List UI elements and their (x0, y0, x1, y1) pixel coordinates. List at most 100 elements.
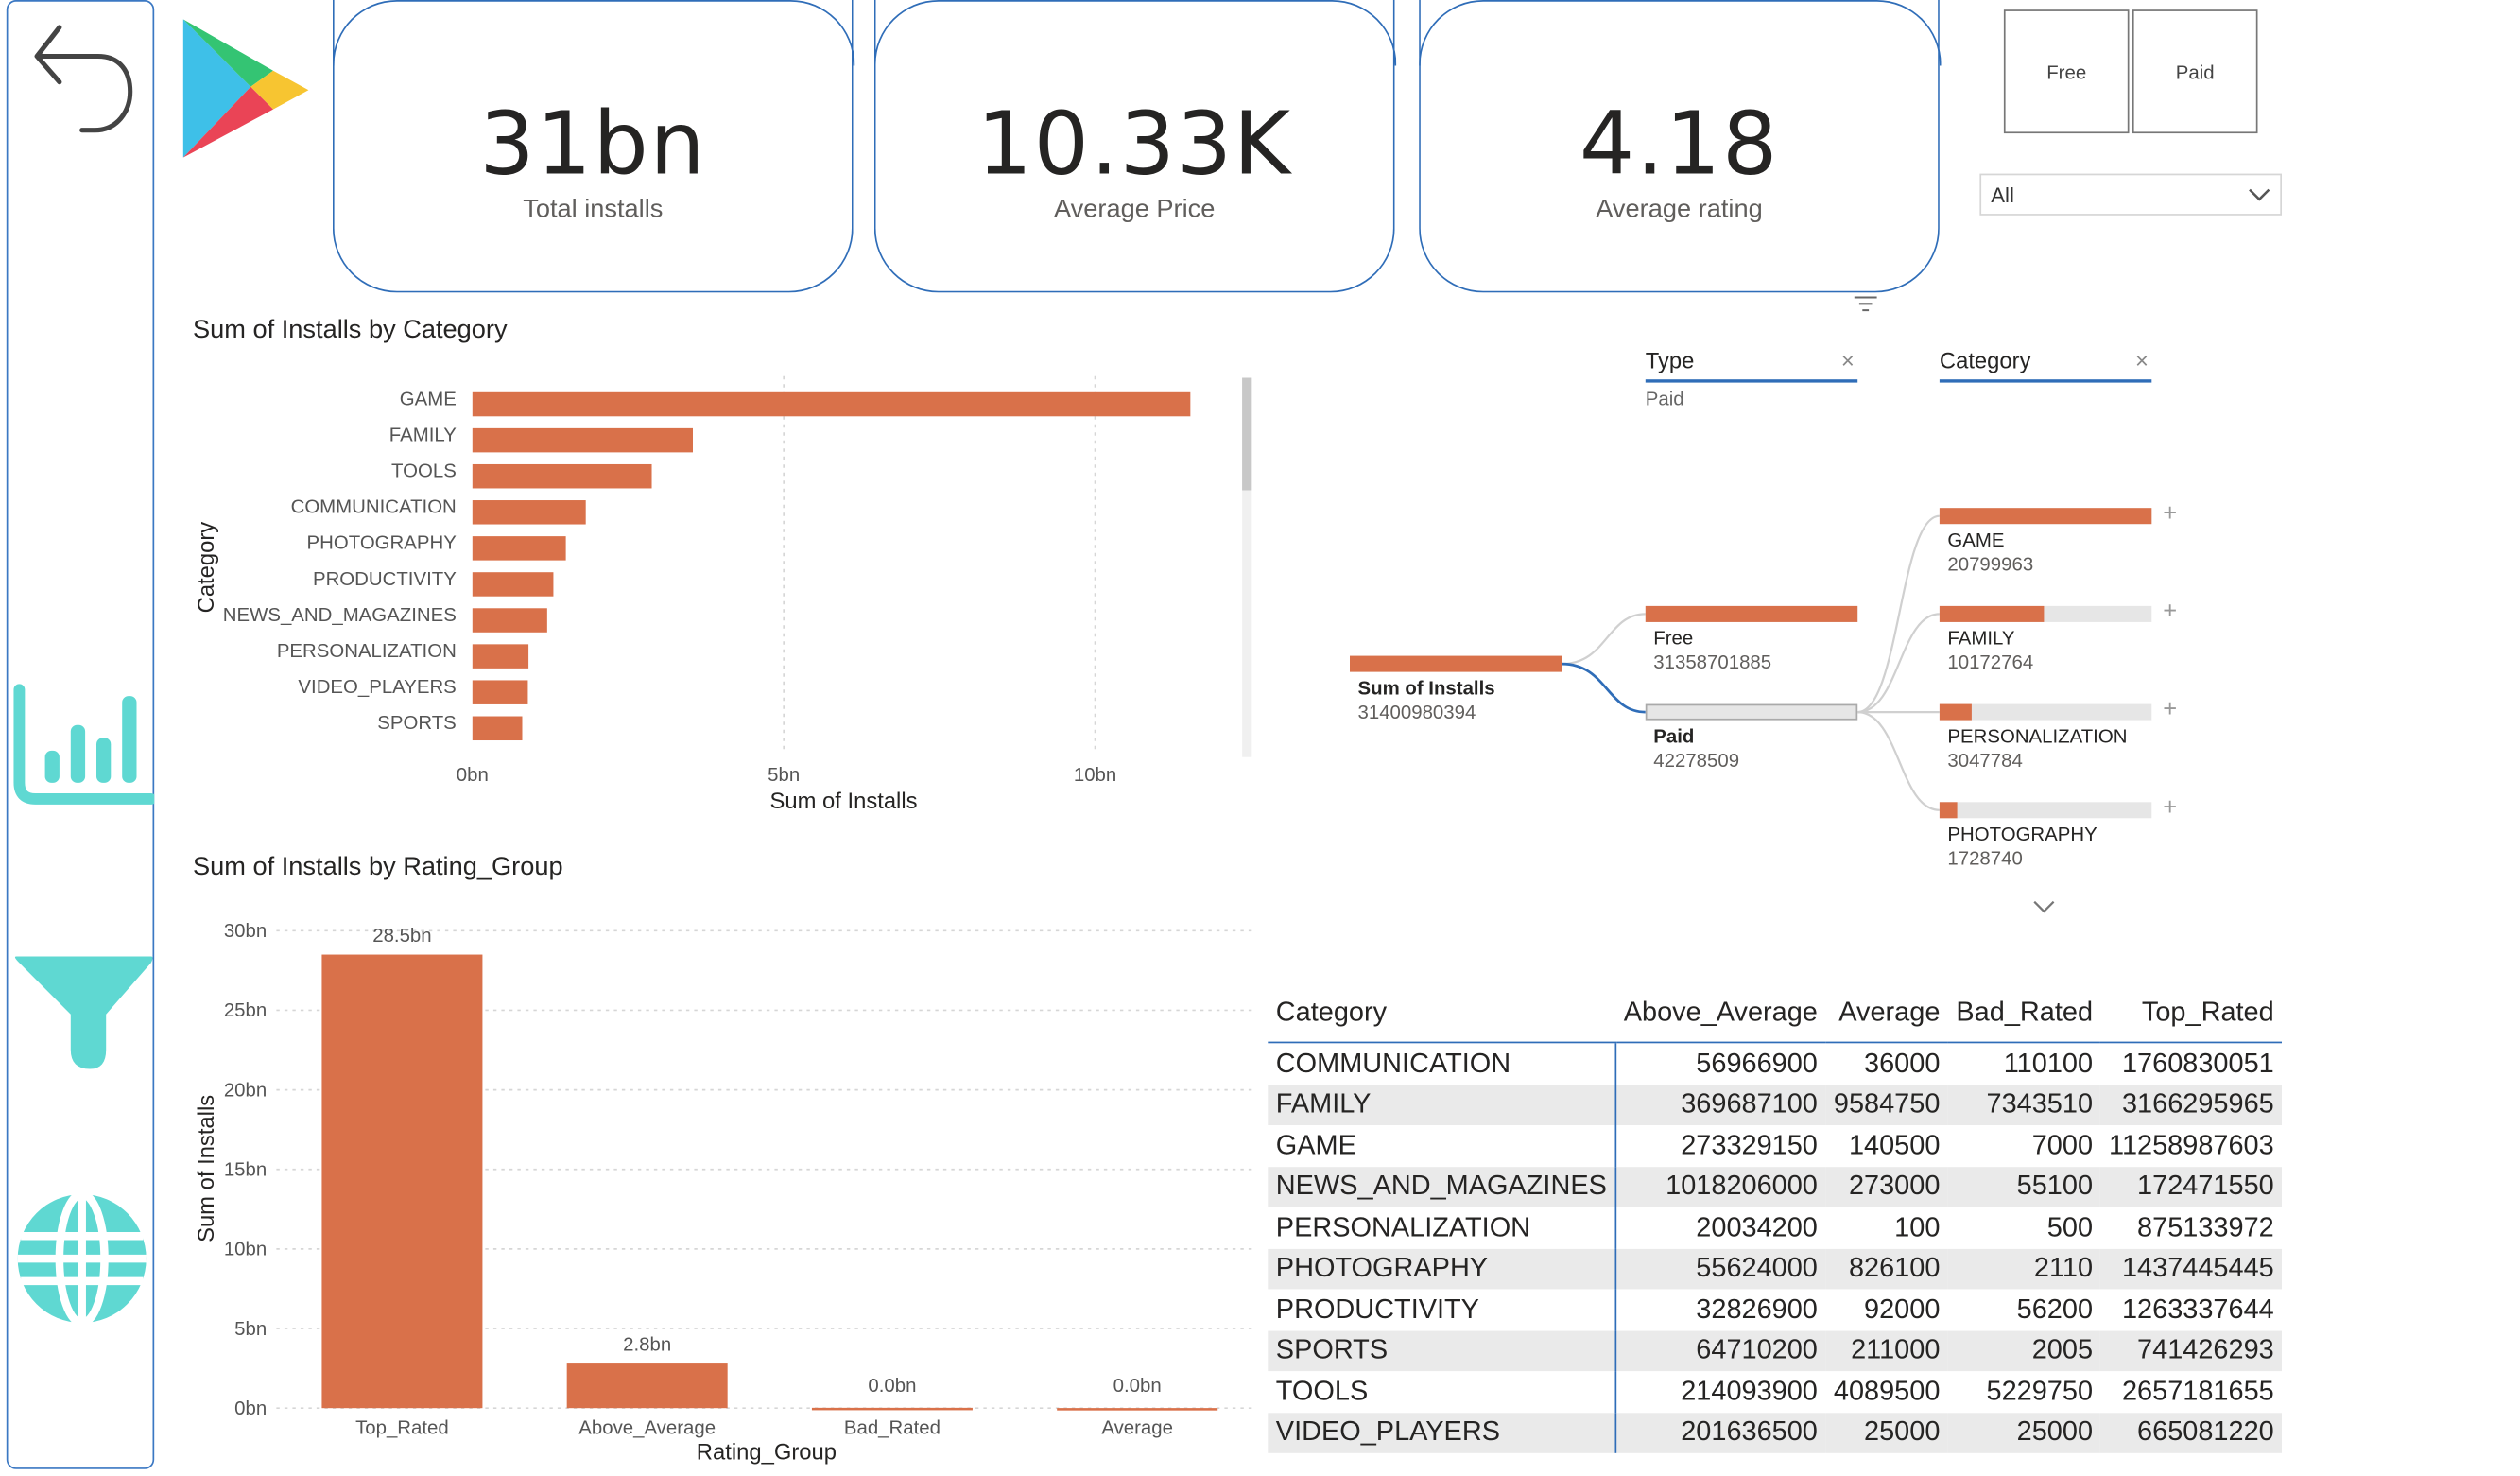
matrix-row: PHOTOGRAPHY 55624000 826100 2110 1437445445 (1268, 1248, 2283, 1290)
matrix-cell: 741426293 (2100, 1329, 2283, 1372)
category-bar[interactable] (472, 427, 693, 453)
x-tick-label: Top_Rated (355, 1417, 449, 1438)
dt-filter-type-selected: Paid (1645, 387, 1684, 410)
dt-node-game-bar[interactable] (1939, 508, 2152, 525)
plus-icon[interactable]: + (2163, 794, 2177, 822)
globe-icon[interactable] (14, 1189, 149, 1328)
dt-node-paid-bar[interactable] (1645, 703, 1858, 721)
category-bar[interactable] (472, 608, 547, 633)
category-bar[interactable] (472, 391, 1191, 417)
matrix-cell: 140500 (1848, 1129, 1941, 1160)
kpi-card-total-installs: 31bn Total installs (332, 0, 854, 293)
matrix-cell: 100 (1894, 1211, 1941, 1242)
matrix-cell: 2110 (1947, 1248, 2101, 1290)
matrix-cell: 201636500 (1615, 1412, 1826, 1453)
matrix-cell: 214093900 (1681, 1375, 1818, 1407)
matrix-cell: 64710200 (1615, 1329, 1826, 1372)
bar-chart-icon[interactable] (13, 684, 157, 809)
dt-node-photography-value: 1728740 (1947, 846, 2023, 870)
scrollbar-thumb[interactable] (1242, 377, 1252, 491)
back-arrow-icon[interactable] (27, 11, 140, 140)
report-canvas: 31bn Total installs 10.33K Average Price… (0, 0, 2520, 1476)
x-tick-label: Average (1101, 1417, 1173, 1438)
dt-node-game-label: GAME (1947, 529, 2005, 552)
close-icon[interactable]: × (1841, 347, 1855, 373)
x-tick-label: Above_Average (578, 1417, 716, 1438)
slicer-button-free[interactable]: Free (2003, 9, 2130, 134)
category-bar[interactable] (472, 572, 554, 597)
category-bar[interactable] (472, 536, 566, 561)
filter-lines-icon[interactable] (1851, 292, 1880, 315)
matrix-cell: 5229750 (1986, 1375, 2094, 1407)
matrix-row-header: COMMUNICATION (1268, 1042, 1617, 1085)
x-tick-label: 5bn (768, 765, 800, 786)
matrix-cell: 92000 (1864, 1294, 1941, 1325)
matrix-row: SPORTS 64710200 211000 2005 741426293 (1268, 1329, 2283, 1372)
matrix-cell: 25000 (1825, 1412, 1948, 1453)
matrix-row-header: PRODUCTIVITY (1268, 1289, 1617, 1330)
matrix-column-header[interactable]: Above_Average (1615, 983, 1826, 1044)
y-tick-label: NEWS_AND_MAGAZINES (223, 605, 457, 626)
y-tick-label: 5bn (234, 1319, 267, 1340)
y-axis-title: Sum of Installs (194, 1095, 219, 1242)
rating-bar[interactable] (1057, 1408, 1218, 1411)
plus-icon[interactable]: + (2163, 696, 2177, 723)
category-bar[interactable] (472, 463, 652, 489)
y-tick-label: 30bn (224, 921, 267, 942)
dt-node-free-bar[interactable] (1645, 605, 1858, 622)
rating-chart-title: Sum of Installs by Rating_Group (193, 853, 563, 881)
dt-filter-type[interactable]: Type × (1645, 347, 1858, 383)
matrix-cell: 25000 (1947, 1412, 2101, 1453)
matrix-row: FAMILY 369687100 9584750 7343510 3166295965 (1268, 1084, 2283, 1125)
dt-root-value: 31400980394 (1357, 701, 1476, 723)
matrix-column-header[interactable]: Bad_Rated (1947, 983, 2101, 1044)
category-bar[interactable] (472, 644, 529, 669)
dt-node-family-value: 10172764 (1947, 651, 2034, 674)
matrix-column-header[interactable]: Category (1268, 983, 1616, 1044)
dt-node-photography-label: PHOTOGRAPHY (1947, 823, 2097, 846)
type-dropdown[interactable]: All (1979, 173, 2282, 216)
matrix-row: GAME 273329150 140500 7000 11258987603 (1268, 1125, 2282, 1167)
matrix-cell: 211000 (1825, 1329, 1948, 1372)
rating-group-bar-chart[interactable]: 0bn 5bn 10bn 15bn 20bn 25bn 30bn 28.5bn Top_Rate… (177, 909, 1269, 1471)
dt-root-bar[interactable] (1350, 655, 1562, 672)
y-tick-label: GAME (400, 389, 457, 409)
matrix-cell: 2005 (1947, 1329, 2101, 1372)
matrix-column-header[interactable]: Average (1825, 983, 1948, 1044)
matrix-column-header[interactable]: Top_Rated (2100, 983, 2283, 1044)
rating-bar[interactable] (321, 954, 483, 1409)
data-label: 0.0bn (1113, 1376, 1162, 1397)
plus-icon[interactable]: + (2163, 500, 2177, 528)
x-tick-label: Bad_Rated (844, 1417, 941, 1438)
category-bar[interactable] (472, 500, 586, 525)
rating-bar[interactable] (811, 1407, 973, 1411)
dt-node-personalization-bar[interactable] (1939, 703, 2152, 721)
y-tick-label: 0bn (234, 1398, 267, 1419)
matrix-row-header: SPORTS (1268, 1329, 1617, 1372)
matrix-cell: 32826900 (1696, 1294, 1818, 1325)
dt-node-paid-label: Paid (1653, 724, 1695, 748)
plus-icon[interactable]: + (2163, 598, 2177, 625)
category-bar[interactable] (472, 716, 523, 741)
matrix-row: NEWS_AND_MAGAZINES 1018206000 273000 55100 1… (1268, 1166, 2283, 1207)
matrix-row-header: PERSONALIZATION (1268, 1207, 1617, 1249)
dt-filter-category[interactable]: Category × (1939, 347, 2152, 383)
slicer-button-paid[interactable]: Paid (2132, 9, 2258, 134)
dt-filter-category-label: Category (1939, 347, 2031, 373)
category-bar[interactable] (472, 680, 528, 704)
dt-bar-fill (1939, 605, 2044, 622)
dt-node-photography-bar[interactable] (1939, 802, 2152, 819)
matrix-cell: 9584750 (1825, 1084, 1948, 1125)
matrix-cell: 273000 (1825, 1166, 1948, 1207)
dt-node-family-bar[interactable] (1939, 605, 2152, 622)
chevron-down-icon[interactable] (2031, 895, 2057, 914)
dt-bar-fill (1645, 605, 1858, 622)
matrix-row: COMMUNICATION 56966900 36000 110100 17608300… (1268, 1042, 2282, 1085)
y-tick-label: PRODUCTIVITY (313, 569, 457, 590)
rating-bar[interactable] (566, 1363, 728, 1409)
matrix-cell: 1437445445 (2100, 1248, 2283, 1290)
y-tick-label: TOOLS (391, 461, 457, 482)
close-icon[interactable]: × (2135, 347, 2149, 373)
funnel-icon[interactable] (13, 950, 155, 1076)
category-bar-chart[interactable]: 0bn 5bn 10bn GAME FAMILY TOOLS COMMUNICATION PH… (177, 367, 1269, 825)
